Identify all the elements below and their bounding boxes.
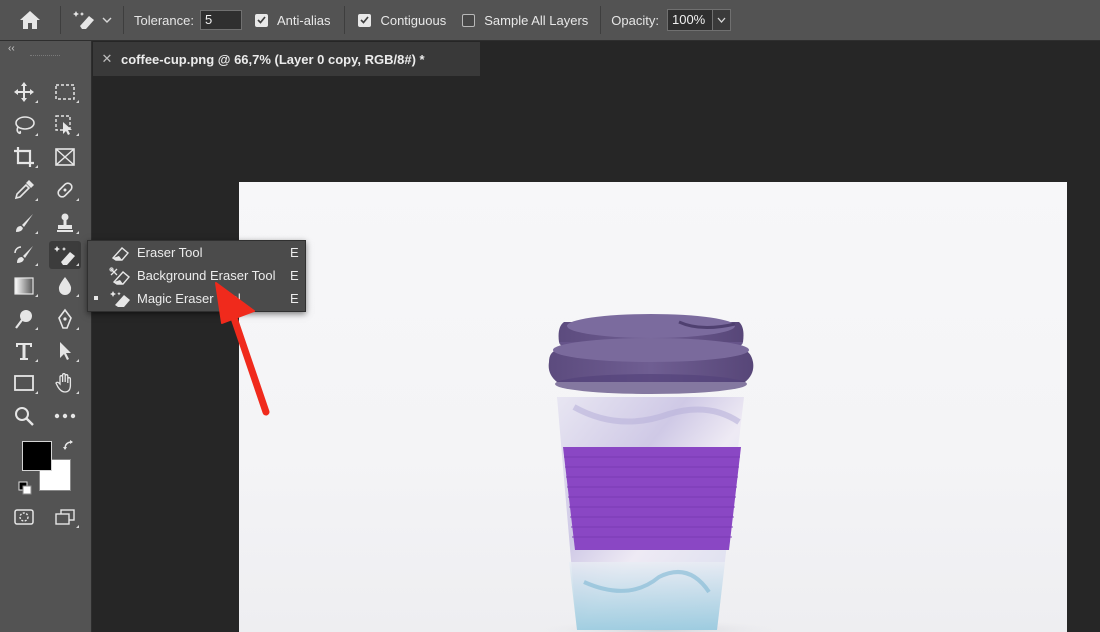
move-icon <box>13 81 35 103</box>
contiguous-label: Contiguous <box>380 13 446 28</box>
healing-brush-tool[interactable] <box>49 176 81 204</box>
opacity-label: Opacity: <box>611 13 659 28</box>
gradient-tool[interactable] <box>8 272 40 300</box>
quick-mask-icon <box>13 508 35 526</box>
anti-alias-label: Anti-alias <box>277 13 330 28</box>
sample-all-layers-label: Sample All Layers <box>484 13 588 28</box>
document-canvas[interactable] <box>239 182 1067 632</box>
object-selection-icon <box>54 114 76 136</box>
edit-toolbar-button[interactable] <box>49 402 81 430</box>
flyout-item-shortcut: E <box>290 268 299 283</box>
checkbox-unchecked-icon <box>462 14 475 27</box>
flyout-item-background-eraser-tool[interactable]: Background Eraser Tool E <box>88 264 307 287</box>
lasso-icon <box>13 114 35 136</box>
contiguous-checkbox[interactable]: Contiguous <box>358 13 446 28</box>
brush-tool[interactable] <box>8 209 40 237</box>
selected-indicator-icon <box>94 296 98 300</box>
anti-alias-checkbox[interactable]: Anti-alias <box>255 13 330 28</box>
healing-brush-icon <box>54 179 76 201</box>
hand-icon <box>54 372 76 394</box>
flyout-item-magic-eraser-tool[interactable]: Magic Eraser Tool E <box>88 287 307 310</box>
home-icon <box>19 10 41 30</box>
marquee-icon <box>54 83 76 101</box>
opacity-dropdown[interactable] <box>713 9 731 31</box>
checkbox-checked-icon <box>255 14 268 27</box>
tolerance-label: Tolerance: <box>134 13 194 28</box>
tool-preset-picker[interactable] <box>61 0 123 41</box>
flyout-item-shortcut: E <box>290 245 299 260</box>
more-tools-icon <box>54 413 76 419</box>
zoom-icon <box>13 405 35 427</box>
eyedropper-tool[interactable] <box>8 176 40 204</box>
flyout-item-label: Magic Eraser Tool <box>137 291 241 306</box>
quick-mask-button[interactable] <box>8 503 40 531</box>
eraser-tool-group[interactable] <box>49 241 81 269</box>
clone-stamp-icon <box>54 212 76 234</box>
divider <box>123 6 124 34</box>
gradient-icon <box>13 276 35 296</box>
close-icon[interactable]: ✕ <box>93 51 121 67</box>
frame-tool[interactable] <box>49 143 81 171</box>
flyout-item-shortcut: E <box>290 291 299 306</box>
lasso-tool[interactable] <box>8 111 40 139</box>
flyout-item-eraser-tool[interactable]: Eraser Tool E <box>88 241 307 264</box>
type-tool[interactable] <box>8 337 40 365</box>
checkbox-checked-icon <box>358 14 371 27</box>
move-tool[interactable] <box>8 78 40 106</box>
magic-eraser-icon <box>53 244 77 266</box>
photoshop-window: Tolerance: 5 Anti-alias Contiguous Sampl… <box>0 0 1100 632</box>
tools-panel: ‹‹ <box>0 41 92 632</box>
hand-tool[interactable] <box>49 369 81 397</box>
opacity-input[interactable]: 100% <box>667 9 713 31</box>
document-tab-title: coffee-cup.png @ 66,7% (Layer 0 copy, RG… <box>121 52 425 67</box>
collapse-panel-icon[interactable]: ‹‹ <box>8 43 15 54</box>
document-tab-bar: ✕ coffee-cup.png @ 66,7% (Layer 0 copy, … <box>93 42 1100 76</box>
eraser-icon <box>109 243 133 263</box>
panel-grip[interactable] <box>30 55 60 57</box>
swap-colors-icon[interactable] <box>62 439 76 453</box>
blur-tool[interactable] <box>49 272 81 300</box>
pen-tool[interactable] <box>49 305 81 333</box>
object-selection-tool[interactable] <box>49 111 81 139</box>
divider <box>600 6 601 34</box>
home-button[interactable] <box>0 0 60 41</box>
eyedropper-icon <box>13 179 35 201</box>
type-icon <box>13 340 35 362</box>
document-tab[interactable]: ✕ coffee-cup.png @ 66,7% (Layer 0 copy, … <box>93 42 480 76</box>
rectangle-tool[interactable] <box>8 369 40 397</box>
pen-icon <box>54 308 76 330</box>
flyout-item-label: Eraser Tool <box>137 245 203 260</box>
screen-mode-button[interactable] <box>49 503 81 531</box>
zoom-tool[interactable] <box>8 402 40 430</box>
brush-icon <box>13 212 35 234</box>
foreground-color-swatch[interactable] <box>22 441 52 471</box>
history-brush-tool[interactable] <box>8 241 40 269</box>
crop-icon <box>13 146 35 168</box>
default-colors-icon[interactable] <box>18 481 32 495</box>
magic-eraser-icon <box>109 289 133 309</box>
marquee-tool[interactable] <box>49 78 81 106</box>
history-brush-icon <box>13 244 35 266</box>
coffee-cup-image <box>239 182 1067 632</box>
path-selection-tool[interactable] <box>49 337 81 365</box>
magic-eraser-icon <box>72 10 96 30</box>
crop-tool[interactable] <box>8 143 40 171</box>
blur-icon <box>54 275 76 297</box>
tolerance-input[interactable]: 5 <box>200 10 242 30</box>
frame-icon <box>54 147 76 167</box>
chevron-down-icon <box>717 17 726 23</box>
dodge-icon <box>13 308 35 330</box>
background-eraser-icon <box>109 266 133 286</box>
divider <box>344 6 345 34</box>
path-selection-icon <box>54 340 76 362</box>
dodge-tool[interactable] <box>8 305 40 333</box>
options-bar: Tolerance: 5 Anti-alias Contiguous Sampl… <box>0 0 1100 41</box>
clone-stamp-tool[interactable] <box>49 209 81 237</box>
sample-all-layers-checkbox[interactable]: Sample All Layers <box>462 13 588 28</box>
flyout-item-label: Background Eraser Tool <box>137 268 276 283</box>
screen-mode-icon <box>54 508 76 526</box>
rectangle-icon <box>13 374 35 392</box>
chevron-down-icon <box>102 17 112 23</box>
eraser-tool-flyout-menu: Eraser Tool E Background Eraser Tool E M… <box>87 240 306 312</box>
